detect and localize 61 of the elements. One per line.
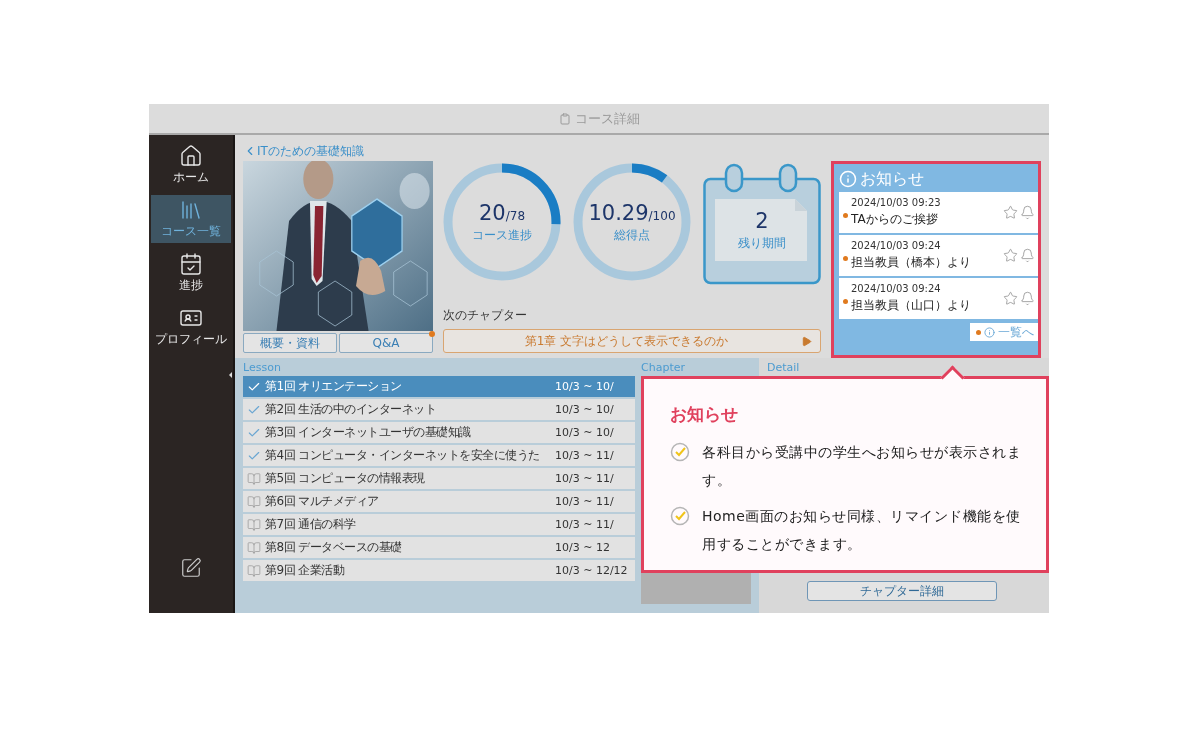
bell-icon[interactable] [1020,205,1035,220]
notice-item[interactable]: 2024/10/03 09:24 担当教員（山口）より [839,278,1038,319]
unread-dot [976,329,981,335]
notice-title: 担当教員（橋本）より [851,254,972,271]
notices-title: お知らせ [860,168,924,190]
lesson-row[interactable]: 第3回 インターネットユーザの基礎知識 10/3 ~ 10/ [243,422,635,443]
column-header: Lesson [243,361,282,376]
collapse-handle[interactable] [229,372,232,378]
metric-label: コース進捗 [472,226,532,244]
sidebar-item[interactable]: 進捗 [151,249,231,297]
home-icon [179,144,203,168]
lesson-row[interactable]: 第6回 マルチメディア 10/3 ~ 11/ [243,491,635,512]
notice-title: TAからのご挨拶 [851,211,939,228]
tooltip-text: Home画面のお知らせ同様、リマインド機能を使用することができます。 [702,507,1022,554]
clipboard-icon [558,112,571,125]
notice-date: 2024/10/03 09:24 [851,283,942,294]
check-circle-icon [670,442,690,462]
sidebar-item[interactable]: ホーム [151,141,231,189]
sidebar-item[interactable]: コース一覧 [151,195,231,243]
metric-label: 総得点 [614,226,650,244]
notice-item[interactable]: 2024/10/03 09:23 TAからのご挨拶 [839,192,1038,233]
tooltip-text: 各科目から受講中の学生へお知らせが表示されます。 [702,443,1022,490]
info-icon [839,170,857,188]
chapter-detail-button[interactable]: チャプター詳細 [807,581,997,601]
star-icon[interactable] [1003,291,1018,306]
notice-item[interactable]: 2024/10/03 09:24 担当教員（橋本）より [839,235,1038,276]
play-icon [801,335,812,347]
book-icon [247,540,261,555]
metric-label: 残り期間 [738,235,786,252]
lesson-row[interactable]: 第9回 企業活動 10/3 ~ 12/12 [243,560,635,581]
course-tab-button[interactable]: 概要・資料 [243,333,337,353]
books-icon [179,198,203,222]
notice-date: 2024/10/03 09:23 [851,197,942,208]
calendar-check-icon [179,252,203,276]
bell-icon[interactable] [1020,248,1035,263]
lesson-row[interactable]: 第8回 データベースの基礎 10/3 ~ 12 [243,537,635,558]
notice-date: 2024/10/03 09:24 [851,240,942,251]
bell-icon[interactable] [1020,291,1035,306]
sidebar-item[interactable]: プロフィール [151,303,231,351]
column-header: Detail [767,361,801,376]
info-icon [984,326,995,338]
next-chapter-label: 次のチャプター [443,307,528,324]
metric-value: 2 [755,209,769,233]
lesson-row[interactable]: 第5回 コンピュータの情報表現 10/3 ~ 11/ [243,468,635,489]
lesson-row[interactable]: 第4回 コンピュータ・インターネットを安全に使うた 10/3 ~ 11/ [243,445,635,466]
tooltip-title: お知らせ [670,403,739,426]
lesson-row[interactable]: 第7回 通信の科学 10/3 ~ 11/ [243,514,635,535]
book-icon [247,471,261,486]
pencil-square-icon[interactable] [180,557,202,579]
notice-title: 担当教員（山口）より [851,297,972,314]
column-header: Chapter [641,361,686,376]
lesson-row[interactable]: 第1回 オリエンテーション 10/3 ~ 10/ [243,376,635,397]
book-icon [247,563,261,578]
book-icon [247,494,261,509]
metric-value: 20/78 [478,200,525,225]
star-icon[interactable] [1003,248,1018,263]
check-circle-icon [670,506,690,526]
book-icon [247,517,261,532]
metric-value: 10.29/100 [588,200,676,225]
star-icon[interactable] [1003,205,1018,220]
lesson-row[interactable]: 第2回 生活の中のインターネット 10/3 ~ 10/ [243,399,635,420]
